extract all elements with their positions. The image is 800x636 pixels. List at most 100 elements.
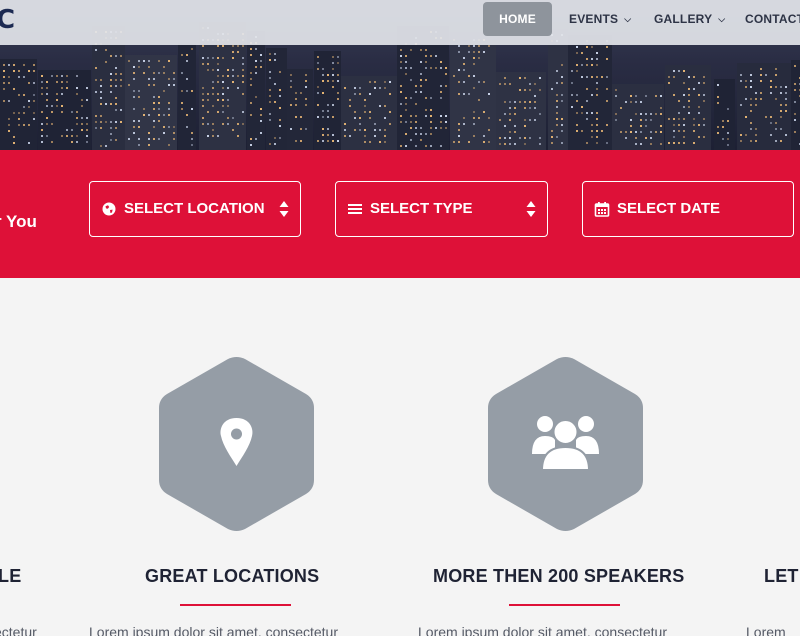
skyline-window	[650, 131, 652, 133]
skyline-window	[56, 81, 58, 83]
skyline-window	[76, 93, 78, 95]
skyline-window	[384, 117, 386, 119]
skyline-window	[389, 81, 391, 83]
select-location-dropdown[interactable]: SELECT LOCATION	[89, 181, 301, 237]
skyline-window	[41, 141, 43, 143]
skyline-window	[374, 123, 376, 125]
skyline-window	[232, 117, 234, 119]
skyline-window	[186, 90, 188, 92]
site-logo[interactable]: C	[0, 7, 15, 33]
skyline-window	[678, 124, 680, 126]
skyline-window	[389, 123, 391, 125]
skyline-window	[186, 126, 188, 128]
skyline-window	[410, 79, 412, 81]
skyline-window	[458, 129, 460, 131]
nav-contact-link[interactable]: CONTACT	[745, 2, 800, 36]
select-date-input[interactable]: SELECT DATE	[582, 181, 794, 237]
skyline-window	[374, 129, 376, 131]
skyline-window	[138, 66, 140, 68]
skyline-window	[212, 93, 214, 95]
skyline-window	[440, 91, 442, 93]
skyline-window	[615, 119, 617, 121]
skyline-window	[95, 127, 97, 129]
skyline-window	[120, 109, 122, 111]
skyline-window	[750, 122, 752, 124]
skyline-window	[158, 60, 160, 62]
skyline-window	[586, 88, 588, 90]
skyline-window	[673, 136, 675, 138]
nav-events-link[interactable]: EVENTS ⌵	[569, 2, 631, 36]
skyline-window	[212, 135, 214, 137]
skyline-window	[703, 82, 705, 84]
skyline-window	[76, 123, 78, 125]
nav-home-link[interactable]: HOME	[483, 2, 552, 36]
skyline-window	[655, 113, 657, 115]
skyline-window	[260, 114, 262, 116]
skyline-window	[86, 129, 88, 131]
skyline-window	[332, 86, 334, 88]
nav-gallery-link[interactable]: GALLERY ⌵	[654, 2, 725, 36]
skyline-window	[529, 83, 531, 85]
skyline-window	[755, 140, 757, 142]
skyline-window	[173, 132, 175, 134]
skyline-window	[596, 64, 598, 66]
skyline-window	[128, 84, 130, 86]
skyline-window	[468, 75, 470, 77]
skyline-window	[405, 145, 407, 147]
skyline-window	[13, 112, 15, 114]
skyline-window	[591, 76, 593, 78]
skyline-window	[576, 46, 578, 48]
skyline-window	[61, 111, 63, 113]
skyline-window	[458, 93, 460, 95]
skyline-window	[524, 89, 526, 91]
skyline-window	[76, 117, 78, 119]
title-underline	[509, 604, 620, 606]
skyline-window	[775, 86, 777, 88]
skyline-window	[46, 99, 48, 101]
skyline-window	[8, 76, 10, 78]
nav-contact-label: CONTACT	[745, 12, 800, 26]
skyline-window	[683, 124, 685, 126]
skyline-window	[760, 92, 762, 94]
skyline-window	[606, 58, 608, 60]
skyline-window	[435, 127, 437, 129]
skyline-window	[3, 88, 5, 90]
skyline-window	[237, 45, 239, 47]
skyline-window	[405, 55, 407, 57]
skyline-window	[596, 82, 598, 84]
skyline-window	[173, 138, 175, 140]
skyline-window	[473, 135, 475, 137]
skyline-window	[191, 90, 193, 92]
skyline-window	[81, 123, 83, 125]
skyline-window	[458, 81, 460, 83]
select-location-label: SELECT LOCATION	[124, 200, 265, 217]
skyline-window	[100, 91, 102, 93]
skyline-window	[8, 124, 10, 126]
skyline-window	[698, 106, 700, 108]
skyline-window	[650, 113, 652, 115]
skyline-window	[61, 105, 63, 107]
skyline-window	[630, 119, 632, 121]
skyline-window	[509, 107, 511, 109]
skyline-window	[222, 105, 224, 107]
skyline-window	[740, 140, 742, 142]
skyline-window	[703, 136, 705, 138]
skyline-window	[794, 89, 796, 91]
skyline-window	[317, 140, 319, 142]
skyline-window	[317, 92, 319, 94]
skyline-window	[158, 138, 160, 140]
skyline-window	[242, 69, 244, 71]
skyline-window	[138, 60, 140, 62]
skyline-window	[3, 76, 5, 78]
skyline-window	[440, 115, 442, 117]
skyline-window	[153, 126, 155, 128]
select-type-dropdown[interactable]: SELECT TYPE	[335, 181, 548, 237]
feature-desc-speakers: Lorem ipsum dolor sit amet, consectetur	[418, 624, 667, 636]
skyline-window	[115, 55, 117, 57]
skyline-window	[504, 125, 506, 127]
skyline-window	[290, 74, 292, 76]
skyline-window	[322, 68, 324, 70]
skyline-window	[524, 101, 526, 103]
skyline-window	[458, 135, 460, 137]
skyline-window	[232, 129, 234, 131]
